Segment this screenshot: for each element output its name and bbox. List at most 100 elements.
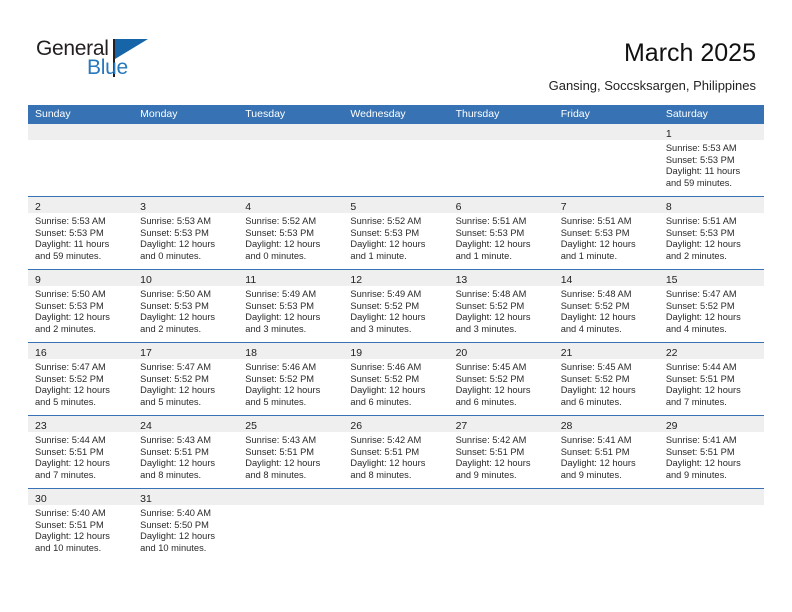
day-number-band: 9 [28,270,134,286]
day-cell-7[interactable]: 7 Sunrise: 5:51 AM Sunset: 5:53 PM Daylight… [553,197,659,269]
daylight-text-line1: Daylight: 12 hours [350,385,426,396]
brand-logo[interactable]: General Blue [36,38,176,90]
daylight-text-line2: and 10 minutes. [140,542,207,553]
day-cell-5[interactable]: 5 Sunrise: 5:52 AM Sunset: 5:53 PM Daylight… [343,197,449,269]
day-number: 16 [35,347,47,359]
day-cell-25[interactable]: 25 Sunrise: 5:43 AM Sunset: 5:51 PM Dayligh… [238,416,344,488]
day-cell-9[interactable]: 9 Sunrise: 5:50 AM Sunset: 5:53 PM Daylight… [28,270,134,342]
day-sun-info: Sunrise: 5:40 AM Sunset: 5:51 PM Daylight:… [28,505,133,556]
sunrise-text: Sunrise: 5:51 AM [455,216,527,226]
calendar-week-row: 1 Sunrise: 5:53 AM Sunset: 5:53 PM Daylight… [28,124,764,197]
day-number-band: 8 [658,197,764,213]
day-sun-info: Sunrise: 5:45 AM Sunset: 5:52 PM Daylight:… [449,359,554,410]
day-number-band: 18 [238,343,344,359]
daylight-text-line1: Daylight: 12 hours [665,312,741,323]
day-number-band: 14 [553,270,659,286]
day-sun-info: Sunrise: 5:41 AM Sunset: 5:51 PM Daylight:… [554,432,659,483]
daylight-text-line1: Daylight: 12 hours [140,239,216,250]
day-cell-2[interactable]: 2 Sunrise: 5:53 AM Sunset: 5:53 PM Daylight… [28,197,134,269]
daylight-text-line1: Daylight: 12 hours [455,385,531,396]
day-cell-23[interactable]: 23 Sunrise: 5:44 AM Sunset: 5:51 PM Dayligh… [28,416,134,488]
daylight-text-line2: and 0 minutes. [140,250,202,261]
daylight-text-line2: and 4 minutes. [665,323,727,334]
weekday-header-row: Sunday Monday Tuesday Wednesday Thursday Frid… [28,105,764,124]
weekday-header-wednesday: Wednesday [350,108,406,120]
day-cell-11[interactable]: 11 Sunrise: 5:49 AM Sunset: 5:53 PM Dayligh… [238,270,344,342]
day-cell-4[interactable]: 4 Sunrise: 5:52 AM Sunset: 5:53 PM Daylight… [238,197,344,269]
daylight-text-line1: Daylight: 12 hours [665,239,741,250]
day-sun-info: Sunrise: 5:43 AM Sunset: 5:51 PM Daylight:… [238,432,343,483]
day-cell-1[interactable]: 1 Sunrise: 5:53 AM Sunset: 5:53 PM Daylight… [658,124,764,196]
sunrise-text: Sunrise: 5:49 AM [245,289,317,299]
day-number-band: 25 [238,416,344,432]
day-number: 5 [350,201,357,213]
day-sun-info: Sunrise: 5:45 AM Sunset: 5:52 PM Daylight:… [554,359,659,410]
sunrise-text: Sunrise: 5:42 AM [350,435,422,445]
day-cell-16[interactable]: 16 Sunrise: 5:47 AM Sunset: 5:52 PM Dayligh… [28,343,134,415]
sunset-text: Sunset: 5:53 PM [245,227,315,238]
day-sun-info: Sunrise: 5:44 AM Sunset: 5:51 PM Daylight:… [659,359,764,410]
day-number-band [238,489,344,505]
day-sun-info: Sunrise: 5:51 AM Sunset: 5:53 PM Daylight:… [554,213,659,264]
daylight-text-line1: Daylight: 12 hours [35,531,110,542]
day-cell-empty [553,489,659,561]
sunrise-text: Sunrise: 5:42 AM [455,435,527,445]
calendar-weeks: 1 Sunrise: 5:53 AM Sunset: 5:53 PM Daylight… [28,124,764,561]
day-cell-31[interactable]: 31 Sunrise: 5:40 AM Sunset: 5:50 PM Dayligh… [133,489,239,561]
day-sun-info: Sunrise: 5:53 AM Sunset: 5:53 PM Daylight:… [28,213,133,264]
daylight-text-line1: Daylight: 12 hours [455,239,531,250]
daylight-text-line2: and 0 minutes. [245,250,307,261]
sunset-text: Sunset: 5:53 PM [455,227,525,238]
sunset-text: Sunset: 5:53 PM [35,227,104,238]
daylight-text-line2: and 1 minute. [455,250,512,261]
day-cell-30[interactable]: 30 Sunrise: 5:40 AM Sunset: 5:51 PM Dayligh… [28,489,134,561]
sunrise-text: Sunrise: 5:50 AM [140,289,211,299]
day-cell-3[interactable]: 3 Sunrise: 5:53 AM Sunset: 5:53 PM Daylight… [133,197,239,269]
sunset-text: Sunset: 5:51 PM [35,446,104,457]
day-cell-6[interactable]: 6 Sunrise: 5:51 AM Sunset: 5:53 PM Daylight… [448,197,554,269]
day-cell-21[interactable]: 21 Sunrise: 5:45 AM Sunset: 5:52 PM Dayligh… [553,343,659,415]
day-number: 21 [560,347,573,359]
day-number-band [553,489,659,505]
day-number-band: 20 [448,343,554,359]
daylight-text-line2: and 8 minutes. [140,469,202,480]
sunrise-text: Sunrise: 5:47 AM [35,362,106,372]
day-cell-8[interactable]: 8 Sunrise: 5:51 AM Sunset: 5:53 PM Daylight… [658,197,764,269]
sunrise-text: Sunrise: 5:48 AM [560,289,632,299]
day-sun-info: Sunrise: 5:50 AM Sunset: 5:53 PM Daylight:… [28,286,133,337]
day-cell-17[interactable]: 17 Sunrise: 5:47 AM Sunset: 5:52 PM Dayligh… [133,343,239,415]
day-cell-empty [658,489,764,561]
day-cell-15[interactable]: 15 Sunrise: 5:47 AM Sunset: 5:52 PM Dayligh… [658,270,764,342]
day-sun-info: Sunrise: 5:51 AM Sunset: 5:53 PM Daylight:… [449,213,554,264]
day-number-band: 3 [133,197,239,213]
sunrise-text: Sunrise: 5:47 AM [140,362,211,372]
weekday-header-sunday: Sunday [35,108,71,120]
day-cell-14[interactable]: 14 Sunrise: 5:48 AM Sunset: 5:52 PM Dayligh… [553,270,659,342]
daylight-text-line1: Daylight: 12 hours [350,239,426,250]
sunrise-text: Sunrise: 5:49 AM [350,289,422,299]
day-number: 25 [245,420,257,432]
sunset-text: Sunset: 5:52 PM [560,373,630,384]
daylight-text-line2: and 5 minutes. [35,396,96,407]
day-cell-27[interactable]: 27 Sunrise: 5:42 AM Sunset: 5:51 PM Dayligh… [448,416,554,488]
sunrise-text: Sunrise: 5:46 AM [245,362,317,372]
day-cell-10[interactable]: 10 Sunrise: 5:50 AM Sunset: 5:53 PM Dayligh… [133,270,239,342]
sunset-text: Sunset: 5:51 PM [140,446,209,457]
day-cell-18[interactable]: 18 Sunrise: 5:46 AM Sunset: 5:52 PM Dayligh… [238,343,344,415]
day-cell-26[interactable]: 26 Sunrise: 5:42 AM Sunset: 5:51 PM Dayligh… [343,416,449,488]
day-cell-29[interactable]: 29 Sunrise: 5:41 AM Sunset: 5:51 PM Dayligh… [658,416,764,488]
day-cell-12[interactable]: 12 Sunrise: 5:49 AM Sunset: 5:52 PM Dayligh… [343,270,449,342]
daylight-text-line2: and 9 minutes. [560,469,622,480]
day-number: 12 [350,274,363,286]
day-sun-info: Sunrise: 5:52 AM Sunset: 5:53 PM Daylight:… [343,213,448,264]
day-cell-24[interactable]: 24 Sunrise: 5:43 AM Sunset: 5:51 PM Dayligh… [133,416,239,488]
day-cell-22[interactable]: 22 Sunrise: 5:44 AM Sunset: 5:51 PM Dayligh… [658,343,764,415]
day-cell-19[interactable]: 19 Sunrise: 5:46 AM Sunset: 5:52 PM Dayligh… [343,343,449,415]
day-cell-28[interactable]: 28 Sunrise: 5:41 AM Sunset: 5:51 PM Dayligh… [553,416,659,488]
day-cell-20[interactable]: 20 Sunrise: 5:45 AM Sunset: 5:52 PM Dayligh… [448,343,554,415]
daylight-text-line2: and 5 minutes. [245,396,307,407]
day-sun-info: Sunrise: 5:51 AM Sunset: 5:53 PM Daylight:… [659,213,764,264]
day-number: 15 [665,274,678,286]
day-number-band: 2 [28,197,134,213]
day-cell-13[interactable]: 13 Sunrise: 5:48 AM Sunset: 5:52 PM Dayligh… [448,270,554,342]
